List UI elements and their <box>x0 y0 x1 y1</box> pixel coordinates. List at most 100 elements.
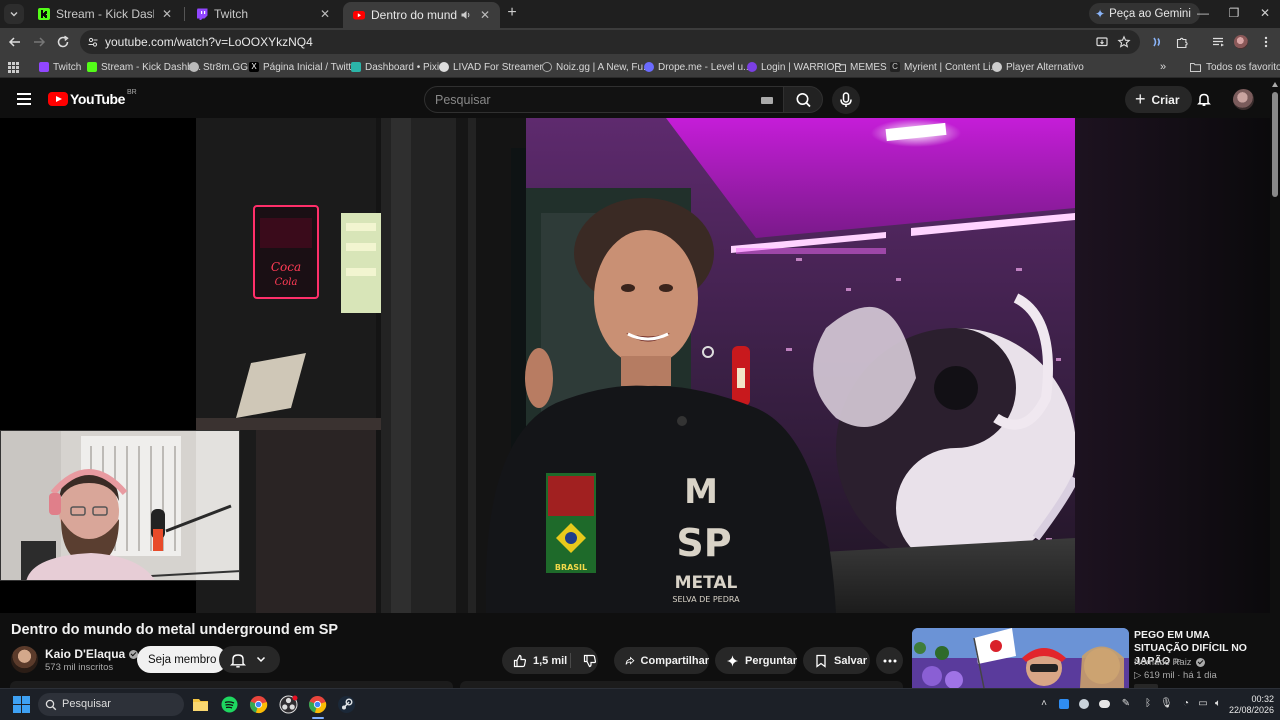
search-input[interactable]: Pesquisar <box>424 86 784 113</box>
search-icon <box>796 93 811 108</box>
bookmark-twitter[interactable]: X Página Inicial / Twitter <box>249 59 360 75</box>
youtube-play-logo-icon <box>48 92 68 106</box>
recommended-video-thumbnail[interactable] <box>912 628 1129 688</box>
tab-youtube-video[interactable]: Dentro do mundo do metal ✕ <box>343 2 500 28</box>
bookmark-warrior[interactable]: Login | WARRIOR <box>747 59 842 75</box>
minimize-icon[interactable]: — <box>1195 5 1211 21</box>
back-icon[interactable] <box>6 33 24 51</box>
webcam-image <box>1 431 239 580</box>
bluetooth-icon[interactable]: ᛒ <box>1142 698 1154 710</box>
extensions-puzzle-icon[interactable] <box>1175 35 1189 49</box>
tray-app-blue-icon[interactable] <box>1058 698 1070 710</box>
bookmark-player-alternativo[interactable]: Player Alternativo <box>992 59 1084 75</box>
tray-discord-icon[interactable] <box>1099 698 1111 710</box>
save-label: Salvar <box>834 654 868 667</box>
apps-grid-icon[interactable] <box>8 59 19 75</box>
ask-gemini-button[interactable]: ✦ Peça ao Gemini <box>1089 3 1200 24</box>
media-queue-icon[interactable] <box>1211 35 1225 49</box>
page-scrollbar[interactable] <box>1270 80 1280 688</box>
tab-search-button[interactable] <box>4 4 24 24</box>
tray-overflow-chevron-icon[interactable]: ˄ <box>1038 698 1050 710</box>
myrient-icon: C <box>890 62 900 72</box>
keyboard-icon[interactable] <box>761 97 773 104</box>
bookmark-star-icon[interactable] <box>1117 35 1131 49</box>
channel-avatar[interactable] <box>11 646 38 673</box>
extension-sound-icon[interactable] <box>1150 35 1164 49</box>
share-button[interactable]: Compartilhar <box>614 647 709 674</box>
pixie-icon <box>351 62 361 72</box>
description-box-top[interactable] <box>10 681 453 688</box>
voice-search-button[interactable] <box>832 86 860 114</box>
site-info-icon[interactable] <box>87 36 99 48</box>
scroll-up-arrow-icon[interactable] <box>1272 82 1278 87</box>
volume-icon[interactable]: 🔈︎ <box>1212 698 1224 710</box>
channel-name[interactable]: Kaio D'Elaqua <box>45 647 125 661</box>
join-membership-button[interactable]: Seja membro <box>137 646 228 673</box>
video-info-section: Dentro do mundo do metal underground em … <box>0 613 1270 689</box>
hamburger-menu-icon[interactable] <box>17 93 31 105</box>
steam-icon[interactable] <box>337 695 356 714</box>
bookmark-label: Todos os favoritos <box>1206 61 1280 73</box>
ask-button[interactable]: Perguntar <box>715 647 797 674</box>
bookmarks-overflow-icon[interactable]: » <box>1160 59 1166 75</box>
obs-studio-icon[interactable] <box>279 695 298 714</box>
tray-pen-icon[interactable]: ✎ <box>1120 698 1132 710</box>
profile-avatar[interactable] <box>1234 35 1248 49</box>
logo-text: YouTube <box>70 91 126 107</box>
active-app-indicator <box>312 717 324 719</box>
wifi-icon[interactable]: ◔ <box>1180 698 1192 710</box>
tab-twitch[interactable]: Twitch ✕ <box>186 2 340 26</box>
save-button[interactable]: Salvar <box>803 647 870 674</box>
search-button[interactable] <box>783 86 823 113</box>
notifications-bell-icon[interactable] <box>1196 91 1212 107</box>
dislike-button[interactable] <box>572 647 608 674</box>
chrome-active-icon[interactable] <box>308 695 327 714</box>
recommended-channel-row[interactable]: Nômade Raiz <box>1134 657 1205 668</box>
system-clock[interactable]: 00:32 22/08/2026 <box>1226 694 1274 716</box>
tab-title: Twitch <box>214 7 249 21</box>
tab-kick-dashboard[interactable]: Stream - Kick Dashboard ✕ <box>28 2 182 26</box>
bookmark-noiz[interactable]: Noiz.gg | A New, Fu... <box>542 59 651 75</box>
video-frame[interactable]: Coca Cola BRASIL M SP METAL SELVA DE PED… <box>196 118 1075 613</box>
subscription-notifications-button[interactable] <box>219 646 280 673</box>
new-tab-button[interactable]: + <box>503 4 521 22</box>
speaker-icon[interactable] <box>460 9 472 21</box>
spotify-icon[interactable] <box>220 695 239 714</box>
taskbar-search-box[interactable]: Pesquisar <box>38 693 184 716</box>
youtube-header: YouTube BR Pesquisar + Criar <box>0 80 1270 118</box>
all-bookmarks-folder[interactable]: Todos os favoritos <box>1190 59 1280 75</box>
create-button[interactable]: + Criar <box>1125 86 1192 113</box>
reload-icon[interactable] <box>54 33 72 51</box>
tray-steam-icon[interactable] <box>1078 698 1090 710</box>
forward-icon[interactable] <box>30 33 48 51</box>
bookmark-drope[interactable]: Drope.me - Level u... <box>644 59 751 75</box>
chrome-icon[interactable] <box>249 695 268 714</box>
bookmark-str8m[interactable]: Str8m.GG <box>189 59 248 75</box>
more-actions-button[interactable] <box>876 647 903 674</box>
bookmark-folder-memes[interactable]: MEMES <box>835 59 887 75</box>
youtube-logo[interactable]: YouTube BR <box>48 89 137 107</box>
bookmark-twitch[interactable]: Twitch <box>39 59 81 75</box>
channel-name-row[interactable]: Kaio D'Elaqua <box>45 647 139 661</box>
browser-menu-icon[interactable] <box>1259 35 1273 49</box>
close-icon[interactable]: ✕ <box>160 7 174 21</box>
close-icon[interactable]: ✕ <box>478 8 492 22</box>
bookmark-myrient[interactable]: C Myrient | Content Li... <box>890 59 999 75</box>
account-avatar[interactable] <box>1233 89 1254 110</box>
bookmark-livad[interactable]: LIVAD For Streamer... <box>439 59 551 75</box>
microphone-tray-icon[interactable]: 🎙︎ <box>1160 698 1173 710</box>
bookmark-kick[interactable]: Stream - Kick Dashb... <box>87 59 201 75</box>
comments-box-top[interactable] <box>460 681 903 688</box>
windows-start-icon[interactable] <box>12 695 31 714</box>
install-app-icon[interactable] <box>1095 35 1109 49</box>
video-side-darkness <box>1075 118 1270 613</box>
close-window-icon[interactable]: ✕ <box>1257 5 1273 21</box>
address-bar[interactable]: youtube.com/watch?v=LoOOXYkzNQ4 <box>80 30 1140 54</box>
file-explorer-icon[interactable] <box>191 695 210 714</box>
close-icon[interactable]: ✕ <box>318 7 332 21</box>
display-icon[interactable]: ▭ <box>1197 698 1209 710</box>
restore-icon[interactable]: ❐ <box>1226 5 1242 21</box>
bookmark-label: Myrient | Content Li... <box>904 61 999 73</box>
scrollbar-thumb[interactable] <box>1272 92 1278 197</box>
bookmark-pixie[interactable]: Dashboard • Pixie <box>351 59 445 75</box>
